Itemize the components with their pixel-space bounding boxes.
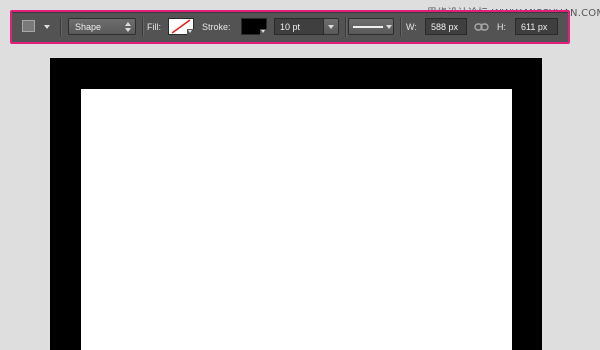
fill-swatch-button[interactable] — [168, 18, 194, 35]
stroke-label: Stroke: — [202, 22, 231, 32]
toolbar-divider — [142, 17, 143, 37]
width-label: W: — [406, 22, 417, 32]
toolbar-divider — [345, 17, 346, 37]
canvas-document[interactable] — [81, 89, 512, 350]
toolbar-divider — [400, 17, 401, 37]
width-field[interactable]: 588 px — [425, 18, 467, 35]
toolbar-divider — [60, 17, 61, 37]
chevron-down-icon — [328, 24, 334, 29]
chevron-down-icon — [44, 25, 50, 29]
height-label: H: — [497, 22, 506, 32]
solid-line-icon — [353, 25, 383, 28]
updown-arrows-icon — [125, 22, 131, 32]
stroke-type-dropdown[interactable] — [348, 18, 394, 35]
stroke-swatch-button[interactable] — [241, 18, 267, 35]
swatch-menu-corner — [260, 29, 267, 35]
tool-preset-dropdown[interactable] — [44, 12, 50, 42]
stroke-width-dropdown[interactable] — [323, 18, 339, 35]
link-icon — [474, 23, 489, 31]
swatch-menu-corner — [187, 29, 194, 35]
shape-mode-dropdown[interactable]: Shape — [68, 18, 136, 35]
stroke-width-field[interactable]: 10 pt — [274, 18, 324, 35]
height-field[interactable]: 611 px — [515, 18, 558, 35]
fill-label: Fill: — [147, 22, 161, 32]
width-value: 588 px — [431, 21, 459, 32]
height-value: 611 px — [521, 21, 548, 32]
link-dimensions-button[interactable] — [474, 12, 489, 42]
chevron-down-icon — [386, 24, 392, 29]
shape-mode-label: Shape — [75, 21, 102, 32]
stroke-width-value: 10 pt — [280, 21, 301, 32]
tool-preset-icon[interactable] — [22, 20, 35, 32]
options-toolbar: Shape Fill: Stroke: 10 pt W: 588 px H: 6… — [10, 10, 570, 44]
